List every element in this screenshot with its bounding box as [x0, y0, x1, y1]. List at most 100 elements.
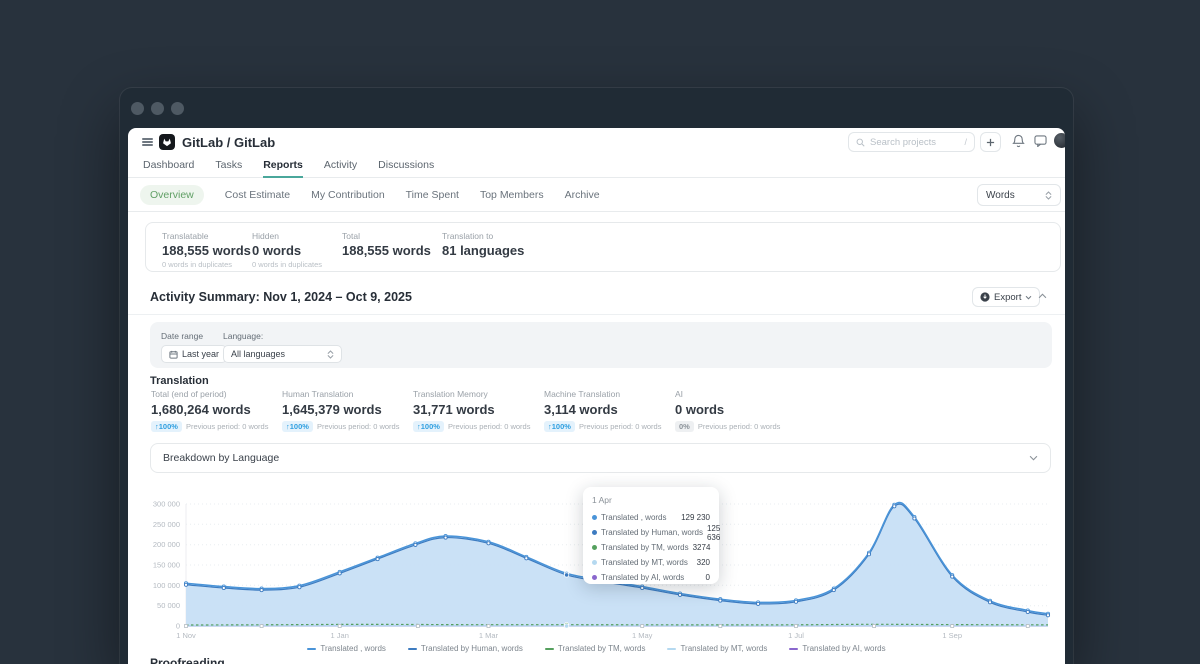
plus-icon [986, 138, 995, 147]
trend-badge: ↑100% [282, 421, 313, 432]
legend-item-translated-by-mt-words[interactable]: Translated by MT, words [667, 644, 767, 653]
language-select[interactable]: All languages [223, 345, 342, 363]
tab-dashboard[interactable]: Dashboard [143, 159, 194, 177]
tooltip-series-label: Translated by AI, words [601, 573, 702, 582]
search-placeholder: Search projects [870, 137, 959, 148]
series-dot-icon [592, 545, 597, 550]
window-control-minimize[interactable] [151, 102, 164, 115]
trend-badge: ↑100% [544, 421, 575, 432]
subtab-top-members[interactable]: Top Members [480, 189, 544, 201]
month-tick-marker [1026, 625, 1029, 628]
legend-label: Translated by MT, words [680, 644, 767, 653]
overview-stat-label: Translation to [442, 231, 524, 241]
tab-tasks[interactable]: Tasks [215, 159, 242, 177]
x-axis-tick-label: 1 Nov [176, 631, 196, 640]
chat-icon[interactable] [1034, 135, 1047, 147]
month-tick-marker [641, 625, 644, 628]
legend-item-translated-by-ai-words[interactable]: Translated by AI, words [789, 644, 885, 653]
y-axis-tick-label: 0 [176, 622, 180, 631]
legend-item-translated-by-human-words[interactable]: Translated by Human, words [408, 644, 523, 653]
window-control-maximize[interactable] [171, 102, 184, 115]
y-axis-tick-label: 300 000 [153, 500, 180, 509]
subtab-time-spent[interactable]: Time Spent [406, 189, 459, 201]
window-control-close[interactable] [131, 102, 144, 115]
data-point-marker [1046, 614, 1049, 617]
data-point-marker [867, 553, 870, 556]
export-button[interactable]: Export [972, 287, 1040, 307]
search-input[interactable]: Search projects / [848, 132, 975, 152]
month-tick-marker [719, 625, 722, 628]
tab-discussions[interactable]: Discussions [378, 159, 434, 177]
subtab-archive[interactable]: Archive [565, 189, 600, 201]
translation-stat-meta: 0%Previous period: 0 words [675, 421, 806, 432]
x-axis-tick-label: 1 Mar [479, 631, 499, 640]
page-title: GitLab / GitLab [182, 135, 275, 150]
tab-activity[interactable]: Activity [324, 159, 357, 177]
language-label: Language: [223, 331, 263, 341]
search-icon [856, 138, 865, 147]
hamburger-menu-icon[interactable] [142, 138, 153, 146]
translation-stat-meta: ↑100% Previous period: 0 words [282, 421, 413, 432]
create-new-button[interactable] [980, 132, 1001, 152]
breakdown-by-language-card[interactable]: Breakdown by Language [150, 443, 1051, 473]
tooltip-date: 1 Apr [592, 495, 710, 505]
legend-label: Translated , words [320, 644, 386, 653]
trend-badge: 0% [675, 421, 694, 432]
search-shortcut-hint: / [964, 137, 967, 147]
month-tick-marker [873, 625, 876, 628]
browser-window: GitLab / GitLab Search projects / Dashbo… [120, 88, 1073, 664]
window-titlebar [120, 88, 1073, 128]
data-point-marker [376, 558, 379, 561]
tab-reports[interactable]: Reports [263, 159, 303, 178]
chart-tooltip: 1 Apr Translated , words129 230Translate… [583, 487, 719, 584]
date-range-label: Date range [161, 331, 203, 341]
subtab-cost-estimate[interactable]: Cost Estimate [225, 189, 290, 201]
overview-stat-value: 188,555 words [162, 243, 252, 258]
month-tick-marker [338, 625, 341, 628]
gitlab-logo[interactable] [159, 134, 175, 150]
y-axis-tick-label: 50 000 [157, 601, 180, 610]
trend-badge: ↑100% [151, 421, 182, 432]
legend-label: Translated by Human, words [421, 644, 523, 653]
app-header: GitLab / GitLab Search projects / [128, 128, 1065, 156]
translation-stat-label: Total (end of period) [151, 389, 282, 399]
data-point-marker [641, 586, 644, 589]
previous-period-text: Previous period: 0 words [317, 422, 400, 431]
y-axis-tick-label: 150 000 [153, 561, 180, 570]
month-tick-marker [185, 625, 188, 628]
breakdown-title: Breakdown by Language [163, 452, 279, 464]
date-range-button[interactable]: Last year [161, 345, 227, 363]
export-caret-icon [1025, 295, 1032, 300]
project-stats-card: Translatable188,555 words0 words in dupl… [145, 222, 1061, 272]
language-select-value: All languages [231, 349, 285, 359]
unit-select[interactable]: Words [977, 184, 1061, 206]
translation-stat-value: 31,771 words [413, 402, 544, 417]
tanuki-icon [162, 137, 172, 147]
translation-stat-value: 3,114 words [544, 402, 675, 417]
collapse-chevron-icon[interactable] [1038, 293, 1047, 299]
hover-point-translated-by-mt-words [564, 624, 568, 628]
translation-stat-label: Human Translation [282, 389, 413, 399]
calendar-icon [169, 350, 178, 359]
project-tabs: Dashboard Tasks Reports Activity Discussions [128, 156, 1065, 178]
tooltip-series-value: 129 230 [681, 513, 710, 522]
subtab-my-contribution[interactable]: My Contribution [311, 189, 385, 201]
x-axis-tick-label: 1 Jul [788, 631, 804, 640]
report-subnav: Overview Cost Estimate My Contribution Time… [128, 178, 1065, 212]
series-dot-icon [592, 530, 597, 535]
x-axis-tick-label: 1 Sep [942, 631, 962, 640]
subtab-overview[interactable]: Overview [140, 185, 204, 205]
bell-icon[interactable] [1012, 134, 1025, 148]
legend-item-translated-by-tm-words[interactable]: Translated by TM, words [545, 644, 646, 653]
tooltip-series-label: Translated by Human, words [601, 528, 703, 537]
user-avatar[interactable] [1054, 133, 1065, 148]
legend-item-translated-words[interactable]: Translated , words [307, 644, 386, 653]
overview-stat-sub: 0 words in duplicates [252, 260, 342, 269]
y-axis-tick-label: 200 000 [153, 540, 180, 549]
data-point-marker [222, 586, 225, 589]
y-axis-tick-label: 250 000 [153, 520, 180, 529]
translation-stat-meta: ↑100%Previous period: 0 words [544, 421, 675, 432]
data-point-marker [719, 599, 722, 602]
data-point-marker [893, 505, 896, 508]
chart-legend: Translated , words Translated by Human, w… [128, 644, 1065, 653]
